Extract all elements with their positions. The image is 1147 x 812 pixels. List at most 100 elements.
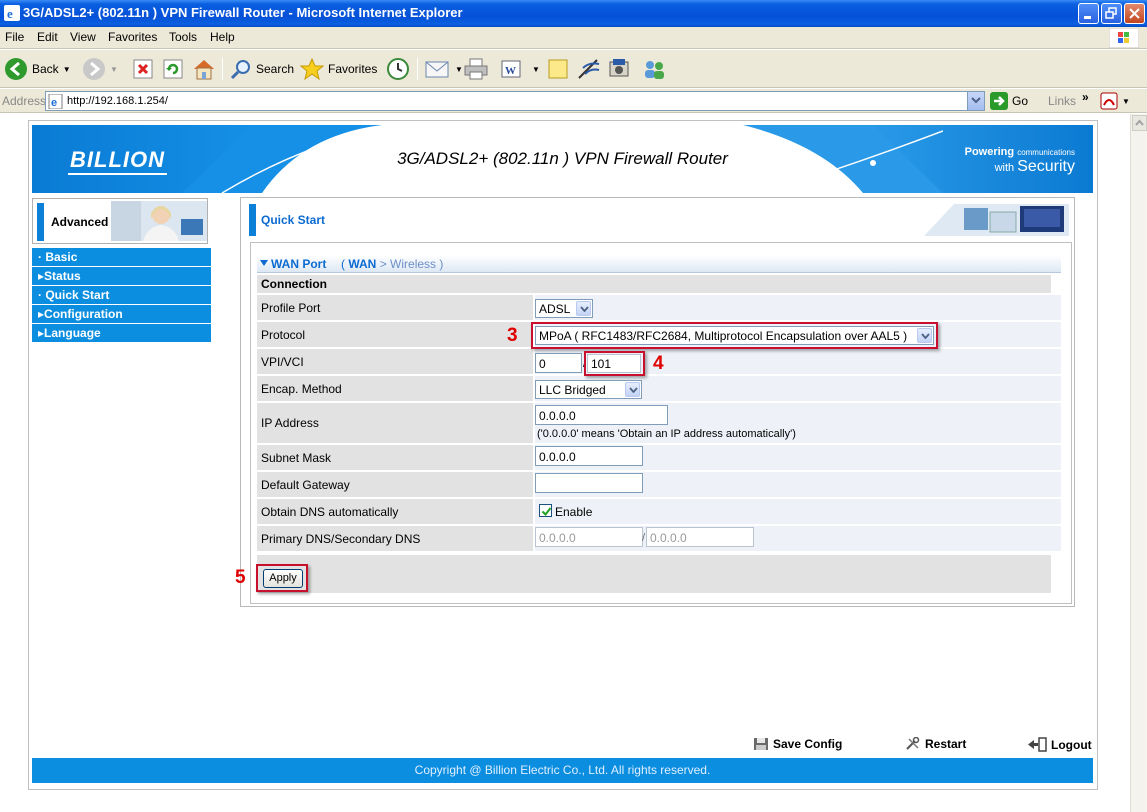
banner-tagline: Powering communications with Security xyxy=(964,146,1075,175)
checkmark-icon xyxy=(541,507,552,517)
primary-dns-input[interactable]: 0.0.0.0 xyxy=(535,527,643,547)
address-url: http://192.168.1.254/ xyxy=(67,95,168,107)
edit-dropdown-icon[interactable]: ▼ xyxy=(532,65,540,74)
dns-auto-checkbox[interactable] xyxy=(539,504,552,517)
search-button[interactable]: Search xyxy=(230,56,294,82)
history-button[interactable] xyxy=(386,56,410,82)
sidebar-item-configuration[interactable]: ▸Configuration xyxy=(32,305,211,323)
maximize-button[interactable] xyxy=(1101,3,1122,24)
refresh-button[interactable] xyxy=(163,56,183,82)
mail-button[interactable]: ▼ xyxy=(425,56,463,82)
links-label[interactable]: Links xyxy=(1048,94,1076,108)
subnet-mask-input[interactable]: 0.0.0.0 xyxy=(535,446,643,466)
address-label: Address xyxy=(2,94,47,108)
back-button[interactable]: Back ▼ xyxy=(4,56,71,82)
windows-flag-icon xyxy=(1109,28,1139,48)
minimize-button[interactable] xyxy=(1078,3,1099,24)
menu-bar: File Edit View Favorites Tools Help xyxy=(0,27,1147,49)
sidebar-item-basic[interactable]: · Basic xyxy=(32,248,211,266)
refresh-icon xyxy=(163,59,183,79)
messenger-button[interactable] xyxy=(577,56,601,82)
page-icon: e xyxy=(48,94,63,109)
menu-help[interactable]: Help xyxy=(210,30,235,44)
profile-port-row: Profile Port xyxy=(257,295,1061,320)
discuss-button[interactable] xyxy=(547,56,569,82)
menu-tools[interactable]: Tools xyxy=(169,30,197,44)
acrobat-button[interactable]: ▼ xyxy=(1100,92,1130,110)
restore-icon xyxy=(1105,7,1117,19)
forward-arrow-icon xyxy=(83,58,105,80)
home-button[interactable] xyxy=(192,56,216,82)
close-window-button[interactable] xyxy=(1124,3,1145,24)
sidebar-item-quick-start[interactable]: · Quick Start xyxy=(32,286,211,304)
vertical-scrollbar[interactable] xyxy=(1130,114,1147,812)
menu-view[interactable]: View xyxy=(70,30,96,44)
menu-file[interactable]: File xyxy=(5,30,24,44)
vpi-input[interactable]: 0 xyxy=(535,353,582,373)
links-more-icon[interactable]: » xyxy=(1082,90,1089,104)
print-button[interactable] xyxy=(464,56,488,82)
back-dropdown-icon[interactable]: ▼ xyxy=(63,65,71,74)
advanced-mode-box[interactable]: Advanced xyxy=(32,198,208,244)
profile-port-select[interactable]: ADSL xyxy=(535,299,593,318)
note-icon xyxy=(548,59,568,79)
router-banner: BILLION 3G/ADSL2+ (802.11n ) VPN Firewal… xyxy=(32,125,1093,193)
connection-label: Connection xyxy=(261,277,327,291)
breadcrumb-wan[interactable]: WAN xyxy=(348,257,376,271)
step3-marker: 3 xyxy=(507,325,518,346)
sidebar-item-language[interactable]: ▸Language xyxy=(32,324,211,342)
scroll-up-button[interactable] xyxy=(1132,115,1147,131)
section-title: WAN Port xyxy=(271,257,327,271)
save-disk-icon xyxy=(754,738,768,750)
ip-address-input[interactable]: 0.0.0.0 xyxy=(535,405,668,425)
encap-row: Encap. Method xyxy=(257,376,1061,401)
ip-address-note: ('0.0.0.0' means 'Obtain an IP address a… xyxy=(537,428,796,440)
media-button[interactable] xyxy=(608,56,632,82)
forward-dropdown-icon[interactable]: ▼ xyxy=(110,65,118,74)
mail-icon xyxy=(425,61,449,78)
chevron-down-icon xyxy=(971,97,981,104)
collapse-triangle-icon[interactable] xyxy=(260,260,268,266)
restart-link[interactable]: Restart xyxy=(905,737,966,751)
breadcrumb: ( WAN > Wireless ) xyxy=(341,257,444,271)
close-icon xyxy=(1129,8,1140,19)
logout-link[interactable]: Logout xyxy=(1027,737,1092,752)
favorites-button[interactable]: Favorites xyxy=(300,56,377,82)
stop-icon xyxy=(133,59,153,79)
step5-highlight xyxy=(256,564,308,592)
forward-button[interactable]: ▼ xyxy=(82,56,118,82)
menu-favorites[interactable]: Favorites xyxy=(108,30,157,44)
apply-row xyxy=(257,555,1051,593)
save-config-link[interactable]: Save Config xyxy=(753,737,842,751)
go-arrow-icon xyxy=(990,92,1008,110)
menu-edit[interactable]: Edit xyxy=(37,30,58,44)
stop-button[interactable] xyxy=(133,56,153,82)
address-dropdown-button[interactable] xyxy=(967,92,984,110)
step3-highlight xyxy=(531,322,938,349)
breadcrumb-wireless[interactable]: Wireless xyxy=(390,257,436,271)
sidebar-nav: · Basic ▸Status · Quick Start ▸Configura… xyxy=(32,248,211,343)
go-button[interactable]: Go xyxy=(990,92,1028,110)
address-input[interactable]: e http://192.168.1.254/ xyxy=(45,91,985,111)
encap-method-select[interactable]: LLC Bridged xyxy=(535,380,642,399)
media-icon xyxy=(609,59,629,77)
messenger-people-button[interactable] xyxy=(641,56,667,82)
pdf-icon xyxy=(1100,92,1118,110)
dns-auto-row: Obtain DNS automatically xyxy=(257,499,1061,524)
svg-text:e: e xyxy=(51,97,57,109)
edit-button[interactable]: W ▼ xyxy=(500,56,540,82)
dns-auto-enable-label: Enable xyxy=(555,505,593,519)
dns-separator: / xyxy=(642,532,646,544)
ie-logo-icon: e xyxy=(4,5,20,21)
mail-dropdown-icon[interactable]: ▼ xyxy=(455,65,463,74)
secondary-dns-input[interactable]: 0.0.0.0 xyxy=(646,527,754,547)
sidebar-item-status[interactable]: ▸Status xyxy=(32,267,211,285)
step4-marker: 4 xyxy=(653,353,664,374)
research-icon xyxy=(578,59,600,79)
gateway-row: Default Gateway xyxy=(257,472,1061,497)
printer-icon xyxy=(464,58,488,80)
quick-start-header: Quick Start xyxy=(249,204,1069,236)
default-gateway-input[interactable] xyxy=(535,473,643,493)
word-edit-icon: W xyxy=(501,60,521,78)
subnet-row: Subnet Mask xyxy=(257,445,1061,470)
